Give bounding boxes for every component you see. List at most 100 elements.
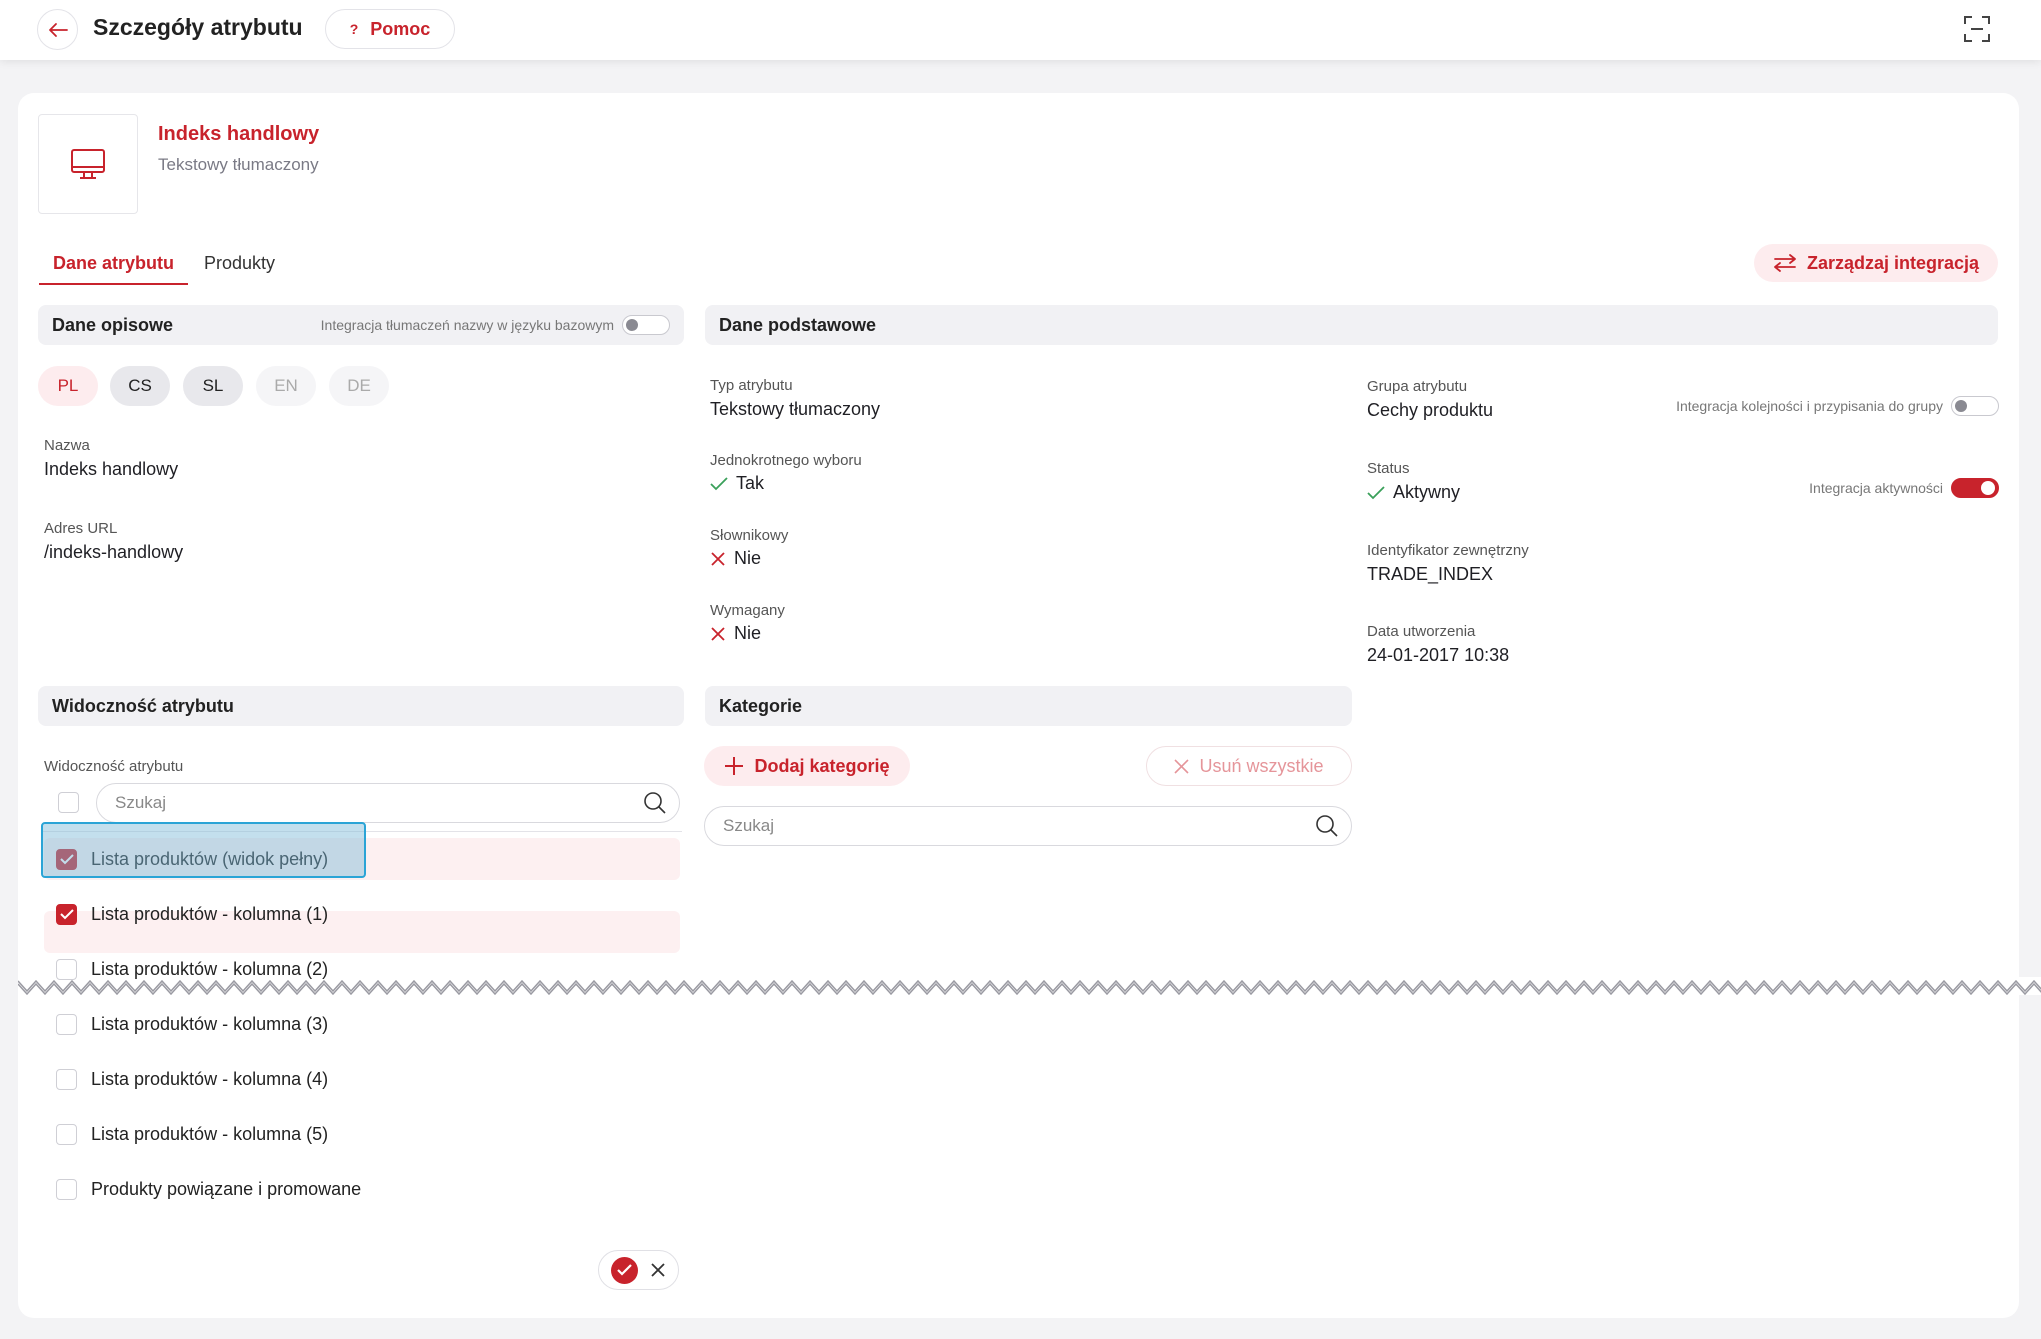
close-icon[interactable] bbox=[650, 1262, 666, 1278]
select-all-checkbox[interactable] bbox=[58, 792, 79, 813]
type-label: Typ atrybutu bbox=[710, 377, 793, 394]
type-value: Tekstowy tłumaczony bbox=[710, 399, 881, 419]
url-label: Adres URL bbox=[44, 520, 118, 537]
add-category-button[interactable]: Dodaj kategorię bbox=[704, 746, 910, 786]
lang-tab-cs[interactable]: CS bbox=[110, 366, 170, 406]
activity-toggle-row: Integracja aktywności bbox=[1809, 478, 1999, 498]
visibility-section-title: Widoczność atrybutu bbox=[52, 695, 234, 716]
created-value: 24-01-2017 10:38 bbox=[1367, 645, 1510, 665]
list-item[interactable]: Lista produktów - kolumna (5) bbox=[44, 1113, 680, 1155]
url-value: /indeks-handlowy bbox=[44, 542, 184, 562]
help-label: Pomoc bbox=[370, 18, 431, 39]
page-title: Szczegóły atrybutu bbox=[93, 14, 303, 40]
group-order-toggle[interactable] bbox=[1951, 396, 1999, 416]
required-value-row: Nie bbox=[710, 623, 761, 644]
manage-integration-label: Zarządzaj integracją bbox=[1806, 252, 1980, 273]
tab-produkty[interactable]: Produkty bbox=[204, 253, 275, 285]
categories-search bbox=[704, 806, 1352, 846]
single-choice-value: Tak bbox=[736, 473, 765, 493]
name-translation-toggle[interactable] bbox=[622, 315, 670, 335]
swap-arrows-icon bbox=[1774, 254, 1796, 272]
basic-section-title: Dane podstawowe bbox=[719, 314, 877, 335]
fullscreen-icon[interactable] bbox=[1964, 16, 1990, 42]
created-label: Data utworzenia bbox=[1367, 623, 1476, 640]
name-label: Nazwa bbox=[44, 437, 90, 454]
list-item-label: Lista produktów - kolumna (3) bbox=[91, 1013, 329, 1034]
group-value: Cechy produktu bbox=[1367, 400, 1494, 420]
external-id-label: Identyfikator zewnętrzny bbox=[1367, 542, 1529, 559]
checkmark-icon bbox=[59, 908, 74, 919]
check-icon bbox=[710, 476, 728, 490]
checkbox[interactable] bbox=[56, 1068, 77, 1090]
attribute-icon-box bbox=[38, 114, 138, 214]
list-item-label: Produkty powiązane i promowane bbox=[91, 1178, 362, 1199]
lang-tab-en[interactable]: EN bbox=[256, 366, 316, 406]
remove-all-button[interactable]: Usuń wszystkie bbox=[1146, 746, 1352, 786]
check-icon bbox=[1367, 485, 1385, 499]
search-icon[interactable] bbox=[643, 791, 667, 815]
visibility-search-input[interactable] bbox=[115, 793, 643, 813]
visibility-section-header: Widoczność atrybutu bbox=[38, 686, 684, 726]
top-bar: Szczegóły atrybutu ? Pomoc bbox=[0, 0, 2041, 60]
external-id-value: TRADE_INDEX bbox=[1367, 564, 1494, 584]
name-translation-toggle-label: Integracja tłumaczeń nazwy w języku bazo… bbox=[320, 317, 614, 333]
search-icon[interactable] bbox=[1315, 814, 1339, 838]
attribute-type: Tekstowy tłumaczony bbox=[158, 155, 319, 174]
list-item[interactable]: Lista produktów - kolumna (2) bbox=[44, 948, 680, 990]
visibility-field-label: Widoczność atrybutu bbox=[44, 758, 184, 775]
attribute-name: Indeks handlowy bbox=[158, 123, 320, 145]
tab-dane-atrybutu[interactable]: Dane atrybutu bbox=[39, 253, 189, 285]
confirm-button[interactable] bbox=[611, 1256, 638, 1284]
dictionary-label: Słownikowy bbox=[710, 527, 789, 544]
checkbox[interactable] bbox=[56, 1123, 77, 1145]
focus-highlight bbox=[41, 822, 366, 878]
checkbox[interactable] bbox=[56, 958, 77, 980]
visibility-actions bbox=[598, 1250, 679, 1290]
lang-tab-sl[interactable]: SL bbox=[183, 366, 243, 406]
manage-integration-button[interactable]: Zarządzaj integracją bbox=[1754, 244, 1998, 282]
group-toggle-row: Integracja kolejności i przypisania do g… bbox=[1676, 396, 1999, 416]
required-label: Wymagany bbox=[710, 602, 785, 619]
categories-search-input[interactable] bbox=[723, 816, 1315, 836]
basic-section-header: Dane podstawowe bbox=[705, 305, 1998, 345]
help-button[interactable]: ? Pomoc bbox=[325, 9, 455, 49]
checkmark-icon bbox=[617, 1264, 632, 1276]
dictionary-value-row: Nie bbox=[710, 548, 761, 569]
dictionary-value: Nie bbox=[734, 548, 762, 568]
list-item[interactable]: Produkty powiązane i promowane bbox=[44, 1168, 680, 1210]
cross-icon bbox=[711, 626, 725, 641]
categories-section-title: Kategorie bbox=[719, 695, 803, 716]
list-item-label: Lista produktów - kolumna (1) bbox=[91, 903, 329, 924]
status-value-row: Aktywny bbox=[1367, 482, 1460, 503]
arrow-left-icon bbox=[48, 22, 68, 37]
list-item-label: Lista produktów - kolumna (2) bbox=[91, 958, 329, 979]
checkbox[interactable] bbox=[56, 1178, 77, 1200]
activity-toggle[interactable] bbox=[1951, 478, 1999, 498]
checkbox-checked[interactable] bbox=[56, 903, 77, 925]
remove-all-label: Usuń wszystkie bbox=[1199, 755, 1324, 776]
name-value: Indeks handlowy bbox=[44, 459, 179, 479]
list-item-label: Lista produktów - kolumna (4) bbox=[91, 1068, 329, 1089]
list-item[interactable]: Lista produktów - kolumna (1) bbox=[44, 893, 680, 935]
status-label: Status bbox=[1367, 460, 1410, 477]
visibility-search bbox=[96, 783, 680, 823]
lang-tab-pl[interactable]: PL bbox=[38, 366, 98, 406]
list-item[interactable]: Lista produktów - kolumna (3) bbox=[44, 1003, 680, 1045]
list-item[interactable]: Lista produktów - kolumna (4) bbox=[44, 1058, 680, 1100]
plus-icon bbox=[725, 757, 744, 775]
status-value: Aktywny bbox=[1393, 482, 1461, 502]
categories-section-header: Kategorie bbox=[705, 686, 1352, 726]
question-icon: ? bbox=[349, 21, 359, 37]
descriptive-section-title: Dane opisowe bbox=[52, 314, 174, 335]
back-button[interactable] bbox=[37, 9, 78, 50]
close-icon bbox=[1174, 758, 1190, 774]
required-value: Nie bbox=[734, 623, 762, 643]
checkbox[interactable] bbox=[56, 1013, 77, 1035]
monitor-icon bbox=[71, 149, 105, 179]
list-item-label: Lista produktów - kolumna (5) bbox=[91, 1123, 329, 1144]
activity-toggle-label: Integracja aktywności bbox=[1809, 480, 1943, 496]
cross-icon bbox=[711, 551, 725, 566]
group-label: Grupa atrybutu bbox=[1367, 378, 1468, 395]
lang-tab-de[interactable]: DE bbox=[329, 366, 389, 406]
descriptive-section-header: Dane opisowe Integracja tłumaczeń nazwy … bbox=[38, 305, 684, 345]
